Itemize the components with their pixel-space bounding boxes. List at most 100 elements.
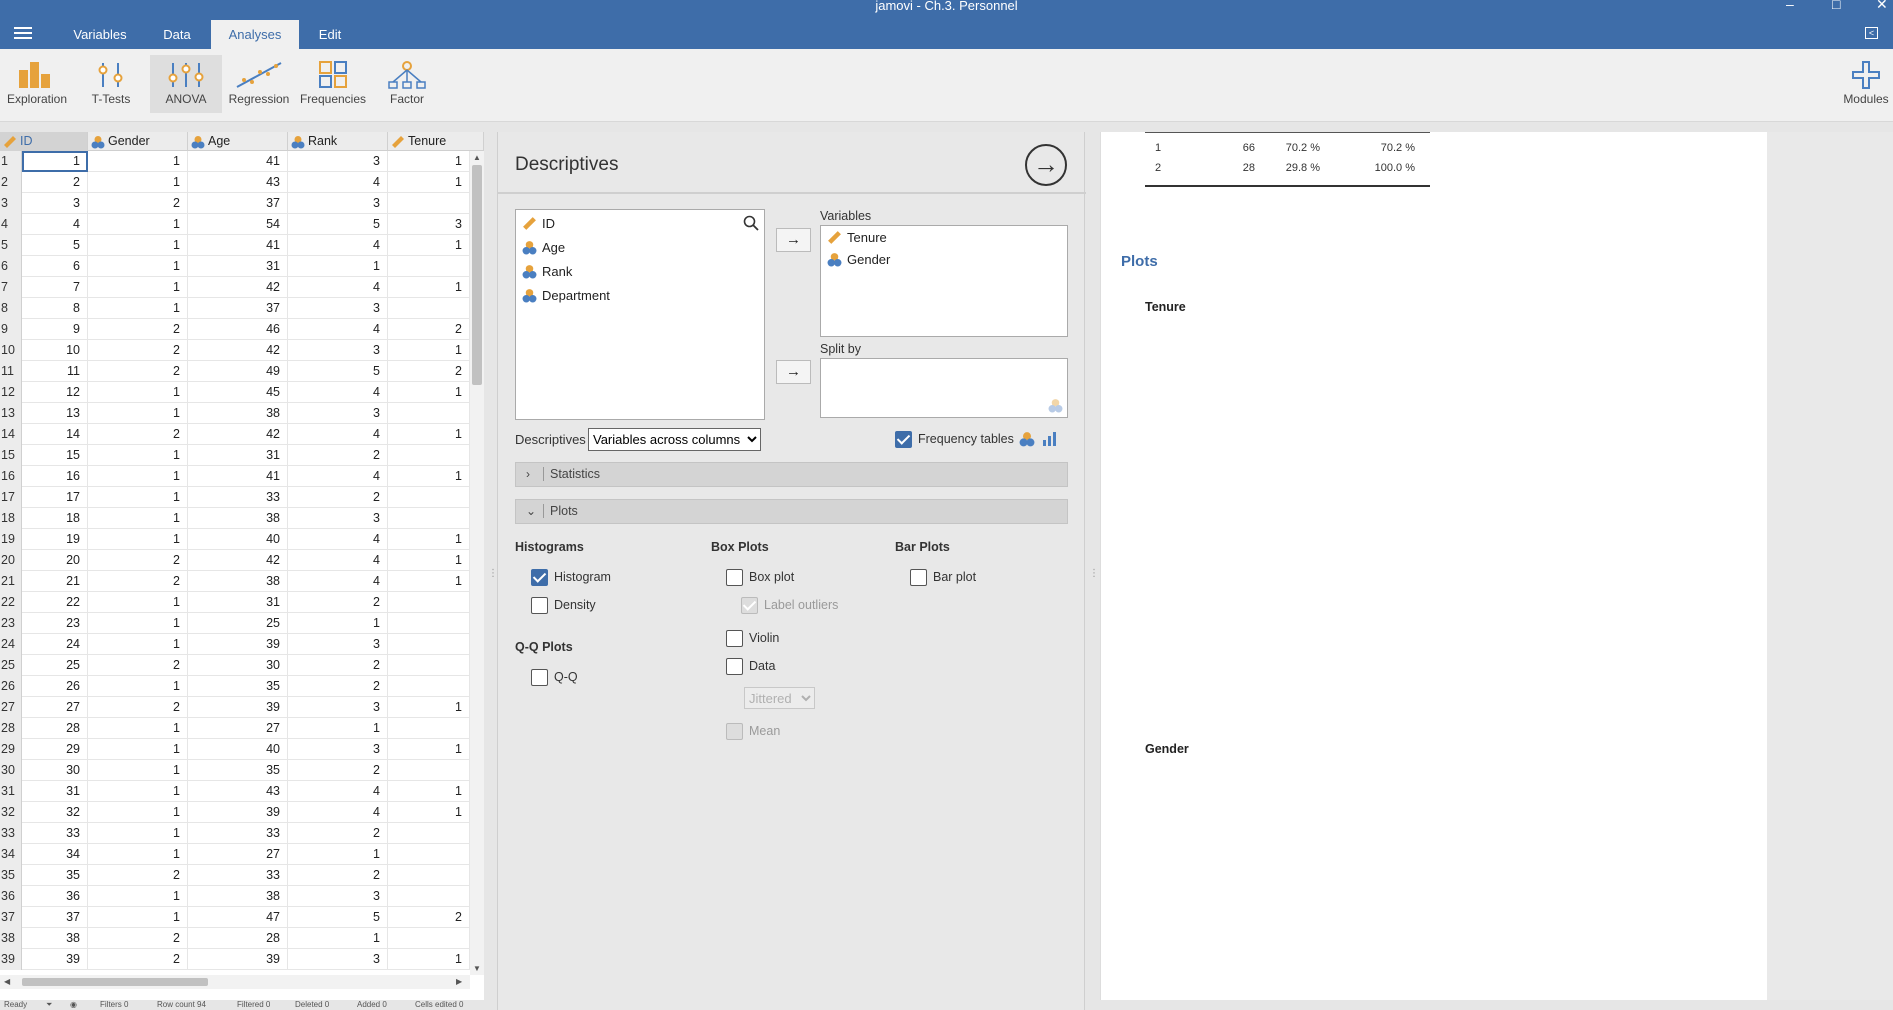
cell-rank[interactable]: 2 (288, 445, 388, 466)
cell-tenure[interactable] (388, 445, 470, 466)
modules-button[interactable]: Modules (1840, 55, 1892, 113)
cell-gender[interactable]: 2 (88, 655, 188, 676)
cell-tenure[interactable]: 1 (388, 529, 470, 550)
search-icon[interactable] (743, 215, 759, 231)
cell-age[interactable]: 41 (188, 466, 288, 487)
cell-id[interactable]: 28 (22, 718, 88, 739)
row-number[interactable]: 30 (0, 760, 22, 781)
cell-rank[interactable]: 4 (288, 319, 388, 340)
cell-gender[interactable]: 1 (88, 235, 188, 256)
cell-age[interactable]: 42 (188, 424, 288, 445)
cell-id[interactable]: 3 (22, 193, 88, 214)
split-by-list[interactable] (820, 358, 1068, 418)
cell-id[interactable]: 25 (22, 655, 88, 676)
cell-gender[interactable]: 1 (88, 256, 188, 277)
cell-rank[interactable]: 2 (288, 865, 388, 886)
horizontal-scrollbar[interactable]: ◀ ▶ (0, 975, 470, 989)
cell-rank[interactable]: 1 (288, 928, 388, 949)
cell-id[interactable]: 8 (22, 298, 88, 319)
cell-gender[interactable]: 1 (88, 151, 188, 172)
cell-rank[interactable]: 4 (288, 571, 388, 592)
row-number[interactable]: 20 (0, 550, 22, 571)
scroll-down-icon[interactable]: ▼ (473, 964, 481, 973)
cell-tenure[interactable]: 1 (388, 382, 470, 403)
maximize-button[interactable]: □ (1832, 0, 1840, 12)
pane-splitter-right[interactable]: ⋮ (1089, 568, 1099, 579)
cell-rank[interactable]: 3 (288, 697, 388, 718)
cell-age[interactable]: 38 (188, 403, 288, 424)
cell-id[interactable]: 21 (22, 571, 88, 592)
row-number[interactable]: 2 (0, 172, 22, 193)
cell-rank[interactable]: 2 (288, 487, 388, 508)
cell-age[interactable]: 38 (188, 571, 288, 592)
cell-gender[interactable]: 1 (88, 487, 188, 508)
cell-id[interactable]: 20 (22, 550, 88, 571)
cell-age[interactable]: 42 (188, 550, 288, 571)
cell-rank[interactable]: 2 (288, 592, 388, 613)
cell-id[interactable]: 38 (22, 928, 88, 949)
cell-tenure[interactable] (388, 676, 470, 697)
cell-rank[interactable]: 2 (288, 676, 388, 697)
cell-age[interactable]: 39 (188, 949, 288, 970)
row-number[interactable]: 9 (0, 319, 22, 340)
cell-age[interactable]: 35 (188, 760, 288, 781)
cell-age[interactable]: 27 (188, 844, 288, 865)
tab-variables[interactable]: Variables (60, 20, 140, 49)
cell-age[interactable]: 33 (188, 487, 288, 508)
cell-age[interactable]: 31 (188, 445, 288, 466)
cell-age[interactable]: 35 (188, 676, 288, 697)
cell-id[interactable]: 10 (22, 340, 88, 361)
filter-icon[interactable]: ⏷ (46, 1000, 52, 1010)
row-number[interactable]: 33 (0, 823, 22, 844)
row-number[interactable]: 1 (0, 151, 22, 172)
cell-age[interactable]: 33 (188, 865, 288, 886)
cell-age[interactable]: 42 (188, 277, 288, 298)
cell-gender[interactable]: 1 (88, 277, 188, 298)
cell-gender[interactable]: 2 (88, 865, 188, 886)
row-number[interactable]: 8 (0, 298, 22, 319)
cell-rank[interactable]: 5 (288, 907, 388, 928)
cell-age[interactable]: 47 (188, 907, 288, 928)
cell-id[interactable]: 27 (22, 697, 88, 718)
cell-tenure[interactable]: 1 (388, 151, 470, 172)
row-number[interactable]: 36 (0, 886, 22, 907)
cell-rank[interactable]: 3 (288, 340, 388, 361)
t-tests-button[interactable]: T-Tests (80, 55, 142, 113)
cell-gender[interactable]: 1 (88, 634, 188, 655)
cell-tenure[interactable]: 1 (388, 550, 470, 571)
cell-id[interactable]: 2 (22, 172, 88, 193)
scroll-left-icon[interactable]: ◀ (4, 977, 10, 986)
row-number[interactable]: 25 (0, 655, 22, 676)
exploration-button[interactable]: Exploration (4, 55, 70, 113)
cell-gender[interactable]: 2 (88, 193, 188, 214)
hamburger-menu-icon[interactable] (14, 27, 32, 41)
row-number[interactable]: 18 (0, 508, 22, 529)
available-var-department[interactable]: Department (522, 286, 610, 306)
cell-tenure[interactable] (388, 928, 470, 949)
cell-rank[interactable]: 3 (288, 739, 388, 760)
cell-id[interactable]: 39 (22, 949, 88, 970)
cell-rank[interactable]: 3 (288, 508, 388, 529)
cell-age[interactable]: 41 (188, 235, 288, 256)
row-number[interactable]: 37 (0, 907, 22, 928)
cell-rank[interactable]: 4 (288, 529, 388, 550)
cell-tenure[interactable] (388, 403, 470, 424)
mean-checkbox[interactable] (726, 723, 743, 740)
cell-rank[interactable]: 4 (288, 277, 388, 298)
cell-age[interactable]: 39 (188, 802, 288, 823)
cell-rank[interactable]: 3 (288, 403, 388, 424)
available-var-age[interactable]: Age (522, 238, 565, 258)
tab-edit[interactable]: Edit (302, 20, 358, 49)
cell-rank[interactable]: 5 (288, 361, 388, 382)
cell-tenure[interactable] (388, 655, 470, 676)
tab-data[interactable]: Data (146, 20, 208, 49)
statistics-section-header[interactable]: › Statistics (515, 462, 1068, 487)
horizontal-scroll-thumb[interactable] (22, 978, 208, 986)
cell-gender[interactable]: 1 (88, 592, 188, 613)
cell-tenure[interactable] (388, 592, 470, 613)
move-to-split-button[interactable]: → (776, 360, 811, 384)
cell-age[interactable]: 31 (188, 256, 288, 277)
cell-tenure[interactable]: 3 (388, 214, 470, 235)
cell-age[interactable]: 40 (188, 529, 288, 550)
cell-rank[interactable]: 4 (288, 781, 388, 802)
